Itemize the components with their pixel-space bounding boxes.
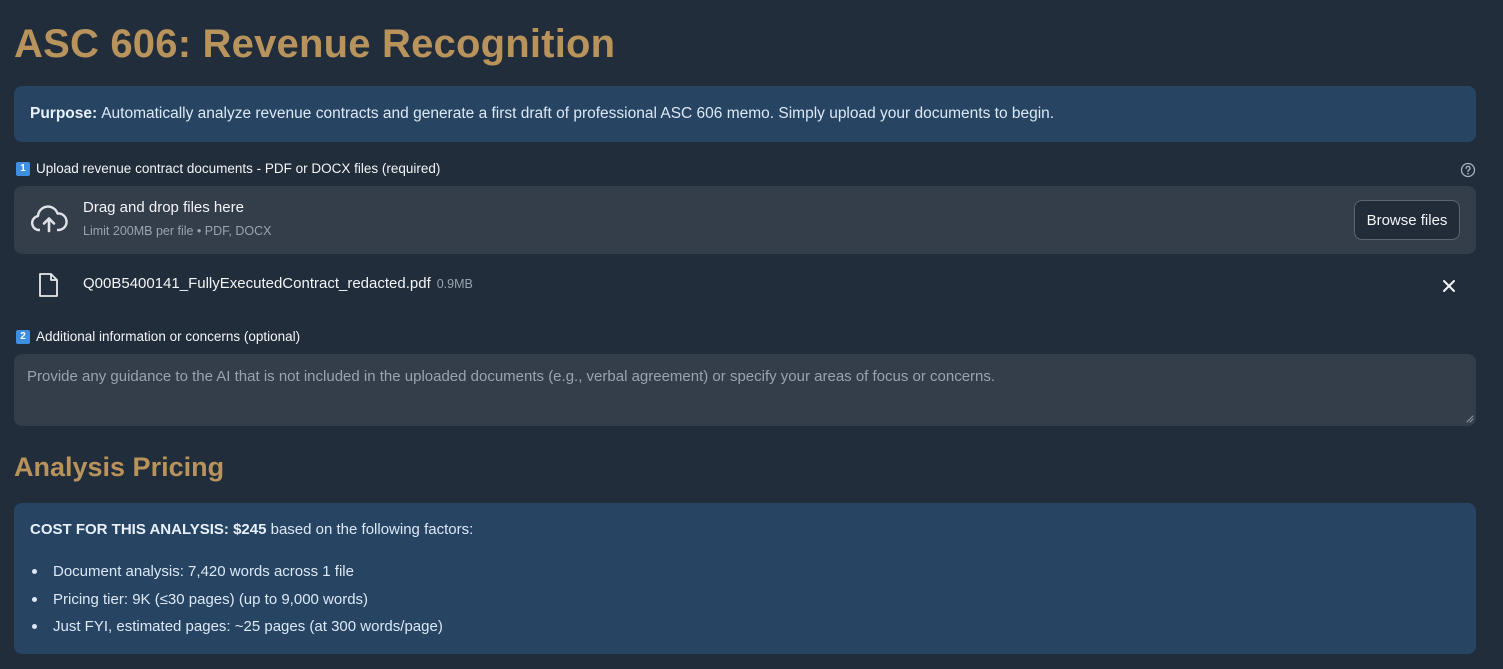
list-item: Pricing tier: 9K (≤30 pages) (up to 9,00… (30, 586, 1460, 614)
page-title: ASC 606: Revenue Recognition (14, 22, 616, 66)
additional-info-label: 2 Additional information or concerns (op… (16, 329, 300, 344)
cost-label: COST FOR THIS ANALYSIS: $245 (30, 521, 267, 538)
file-icon (39, 273, 58, 297)
dropzone-subtitle: Limit 200MB per file • PDF, DOCX (83, 224, 272, 238)
pricing-factors-list: Document analysis: 7,420 words across 1 … (30, 558, 1460, 641)
list-item: Just FYI, estimated pages: ~25 pages (at… (30, 613, 1460, 641)
pricing-cost-line: COST FOR THIS ANALYSIS: $245 based on th… (30, 521, 1460, 538)
dropzone-title: Drag and drop files here (83, 199, 244, 216)
step-one-badge: 1 (16, 161, 30, 176)
file-dropzone[interactable]: Drag and drop files here Limit 200MB per… (14, 186, 1476, 254)
cost-suffix: based on the following factors: (266, 521, 474, 538)
purpose-label: Purpose: (30, 105, 98, 122)
browse-files-button[interactable]: Browse files (1354, 200, 1460, 240)
upload-label-text: Upload revenue contract documents - PDF … (36, 161, 441, 176)
uploaded-file-row: Q00B5400141_FullyExecutedContract_redact… (14, 266, 1476, 306)
additional-info-label-text: Additional information or concerns (opti… (36, 329, 301, 344)
purpose-banner: Purpose: Automatically analyze revenue c… (14, 86, 1476, 142)
resize-grip-icon[interactable] (1464, 413, 1474, 423)
step-two-badge: 2 (16, 329, 30, 344)
file-size: 0.9MB (436, 277, 473, 291)
page: ASC 606: Revenue Recognition Purpose: Au… (0, 0, 1503, 669)
file-name: Q00B5400141_FullyExecutedContract_redact… (83, 275, 473, 292)
cloud-upload-icon (30, 205, 68, 233)
pricing-section-title: Analysis Pricing (14, 452, 225, 482)
purpose-text: Automatically analyze revenue contracts … (101, 105, 1055, 122)
file-name-text: Q00B5400141_FullyExecutedContract_redact… (83, 275, 431, 292)
help-icon[interactable] (1460, 162, 1476, 178)
close-icon[interactable] (1441, 278, 1457, 294)
list-item: Document analysis: 7,420 words across 1 … (30, 558, 1460, 586)
additional-info-textarea[interactable] (14, 354, 1476, 426)
upload-label: 1 Upload revenue contract documents - PD… (16, 161, 440, 176)
pricing-box: COST FOR THIS ANALYSIS: $245 based on th… (14, 503, 1476, 654)
